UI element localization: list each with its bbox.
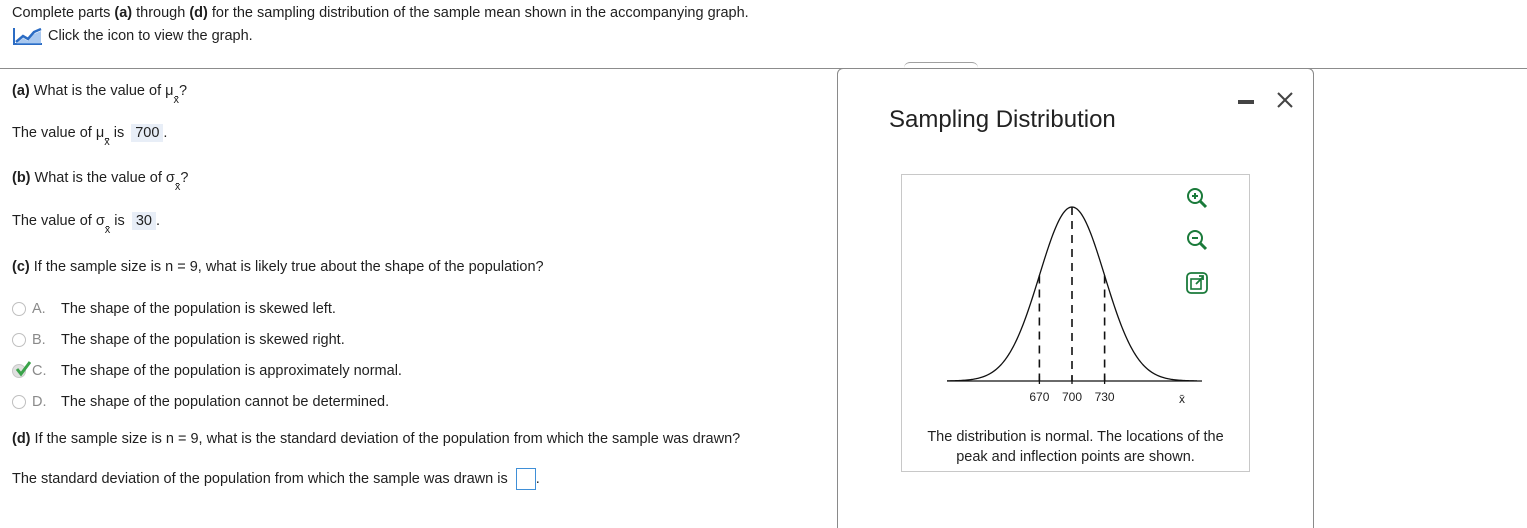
zoom-out-icon[interactable] — [1184, 227, 1210, 253]
caption-line-2: peak and inflection points are shown. — [956, 449, 1195, 465]
x-axis-label: x̄ — [1179, 392, 1185, 406]
view-graph-link[interactable]: Click the icon to view the graph. — [12, 26, 253, 46]
part-b-question: (b) What is the value of σx? — [12, 170, 189, 193]
part-d-answer-input[interactable] — [515, 468, 536, 490]
part-d-label: (d) — [12, 431, 31, 447]
graph-frame: 670 700 730 x̄ The distribution is norma… — [901, 174, 1250, 472]
xbar-subscript: x — [173, 93, 180, 106]
part-b-answer-line: The value of σx is 30. — [12, 212, 160, 236]
intro-part-a: (a) — [114, 5, 133, 21]
page-root: Complete parts (a) through (d) for the s… — [0, 0, 1527, 528]
choice-text: The shape of the population is approxima… — [61, 362, 402, 379]
close-button[interactable] — [1274, 89, 1296, 111]
radio-button[interactable] — [12, 332, 26, 347]
choice-text: The shape of the population is skewed le… — [61, 300, 336, 317]
x-tick-label-700: 700 — [1062, 390, 1082, 404]
part-c-question-text: If the sample size is n = 9, what is lik… — [29, 259, 544, 275]
choice-c[interactable]: C. The shape of the population is approx… — [12, 355, 402, 386]
instructions-text: Complete parts (a) through (d) for the s… — [12, 3, 749, 23]
radio-button[interactable] — [12, 394, 26, 409]
choice-a[interactable]: A. The shape of the population is skewed… — [12, 293, 402, 324]
part-b-question-text: What is the value of σ — [30, 170, 175, 186]
view-graph-link-label[interactable]: Click the icon to view the graph. — [48, 28, 253, 44]
x-tick-label-730: 730 — [1095, 390, 1115, 404]
part-a-question: (a) What is the value of μx? — [12, 83, 188, 106]
part-c-label: (c) — [12, 259, 30, 275]
part-d-question: (d) If the sample size is n = 9, what is… — [12, 431, 740, 447]
graph-caption: The distribution is normal. The location… — [902, 427, 1249, 467]
choice-letter: A. — [32, 300, 46, 317]
choice-letter: D. — [32, 393, 47, 410]
part-b-answer: 30 — [131, 212, 156, 230]
x-tick-label-670: 670 — [1029, 390, 1049, 404]
xbar-subscript: x — [104, 135, 110, 148]
line-chart-icon[interactable] — [12, 26, 44, 46]
part-a-answer-mid: is — [109, 125, 129, 141]
caption-line-1: The distribution is normal. The location… — [927, 429, 1224, 445]
radio-button[interactable] — [12, 301, 26, 316]
part-a-answer-line: The value of μx is 700. — [12, 124, 168, 148]
intro-part-d: (d) — [189, 5, 208, 21]
zoom-out-button[interactable] — [1184, 227, 1210, 253]
part-d-question-text: If the sample size is n = 9, what is the… — [30, 431, 741, 447]
part-a-answer: 700 — [131, 124, 164, 142]
intro-text-mid: through — [132, 5, 190, 21]
close-icon[interactable] — [1274, 89, 1296, 111]
xbar-subscript: x — [174, 180, 181, 193]
part-b-label: (b) — [12, 170, 31, 186]
choice-letter: B. — [32, 331, 46, 348]
graph-popup-window: Sampling Distribution 670 700 730 x̄ The… — [837, 68, 1314, 528]
choice-d[interactable]: D. The shape of the population cannot be… — [12, 386, 402, 417]
minimize-button[interactable] — [1238, 91, 1256, 109]
part-b-answer-mid: is — [110, 213, 129, 229]
part-d-answer-line: The standard deviation of the population… — [12, 468, 540, 490]
zoom-in-icon[interactable] — [1184, 185, 1210, 211]
part-c-question: (c) If the sample size is n = 9, what is… — [12, 259, 544, 275]
xbar-subscript: x — [104, 223, 111, 236]
choice-text: The shape of the population is skewed ri… — [61, 331, 345, 348]
open-external-button[interactable] — [1184, 270, 1210, 296]
part-a-label: (a) — [12, 83, 30, 99]
instructions: Complete parts (a) through (d) for the s… — [12, 3, 749, 23]
choice-text: The shape of the population cannot be de… — [61, 393, 390, 410]
choice-b[interactable]: B. The shape of the population is skewed… — [12, 324, 402, 355]
popup-title: Sampling Distribution — [889, 106, 1116, 133]
part-c-choices: A. The shape of the population is skewed… — [12, 293, 402, 417]
choice-letter: C. — [32, 362, 47, 379]
intro-text-after: for the sampling distribution of the sam… — [207, 5, 749, 21]
part-a-question-text: What is the value of μ — [29, 83, 174, 99]
checkmark-icon — [15, 360, 31, 376]
part-a-answer-prefix: The value of μ — [12, 125, 105, 141]
part-d-answer-prefix: The standard deviation of the population… — [12, 470, 508, 487]
intro-text-before: Complete parts — [12, 5, 115, 21]
radio-button-selected[interactable] — [12, 360, 31, 378]
part-b-answer-prefix: The value of σ — [12, 213, 105, 229]
open-external-icon[interactable] — [1184, 270, 1210, 296]
zoom-in-button[interactable] — [1184, 185, 1210, 211]
